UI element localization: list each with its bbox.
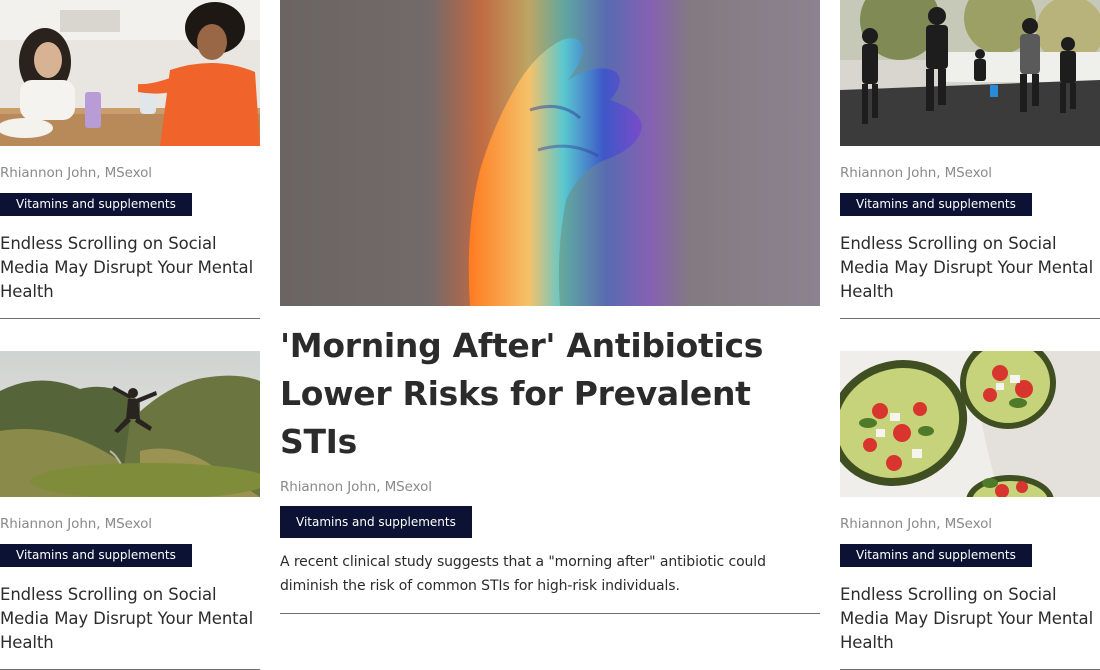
category-tag[interactable]: Vitamins and supplements bbox=[0, 544, 192, 567]
article-title-link[interactable]: Endless Scrolling on Social Media May Di… bbox=[840, 585, 1093, 652]
featured-category-tag[interactable]: Vitamins and supplements bbox=[280, 506, 472, 538]
hand-rainbow-light-photo bbox=[280, 0, 820, 306]
category-tag[interactable]: Vitamins and supplements bbox=[0, 193, 192, 216]
left-column: Rhiannon John, MSexol Vitamins and suppl… bbox=[0, 0, 260, 670]
article-title-link[interactable]: Endless Scrolling on Social Media May Di… bbox=[840, 234, 1093, 301]
mountain-jump-photo bbox=[0, 351, 260, 497]
article-card: Rhiannon John, MSexol Vitamins and suppl… bbox=[840, 0, 1100, 319]
right-column: Rhiannon John, MSexol Vitamins and suppl… bbox=[840, 0, 1100, 670]
article-card: Rhiannon John, MSexol Vitamins and suppl… bbox=[0, 351, 260, 670]
article-author: Rhiannon John, MSexol bbox=[840, 165, 992, 181]
featured-author: Rhiannon John, MSexol bbox=[280, 479, 432, 495]
two-women-kitchen-photo bbox=[0, 0, 260, 146]
article-title: Endless Scrolling on Social Media May Di… bbox=[0, 583, 260, 655]
article-author: Rhiannon John, MSexol bbox=[0, 165, 152, 181]
article-thumbnail-link[interactable] bbox=[0, 0, 260, 146]
featured-excerpt: A recent clinical study suggests that a … bbox=[280, 550, 820, 614]
avocado-salad-photo bbox=[840, 351, 1100, 497]
featured-title[interactable]: 'Morning After' Antibiotics Lower Risks … bbox=[280, 322, 820, 466]
article-thumbnail-link[interactable] bbox=[0, 351, 260, 497]
article-thumbnail-link[interactable] bbox=[840, 0, 1100, 146]
street-runners-photo bbox=[840, 0, 1100, 146]
article-title: Endless Scrolling on Social Media May Di… bbox=[840, 583, 1100, 655]
article-card: Rhiannon John, MSexol Vitamins and suppl… bbox=[840, 351, 1100, 670]
article-title-link[interactable]: Endless Scrolling on Social Media May Di… bbox=[0, 234, 253, 301]
article-thumbnail-link[interactable] bbox=[840, 351, 1100, 497]
category-tag[interactable]: Vitamins and supplements bbox=[840, 193, 1032, 216]
featured-image-link[interactable] bbox=[280, 0, 820, 306]
article-author: Rhiannon John, MSexol bbox=[0, 516, 152, 532]
article-card: Rhiannon John, MSexol Vitamins and suppl… bbox=[0, 0, 260, 319]
article-author: Rhiannon John, MSexol bbox=[840, 516, 992, 532]
featured-article: 'Morning After' Antibiotics Lower Risks … bbox=[280, 0, 820, 614]
article-title: Endless Scrolling on Social Media May Di… bbox=[0, 232, 260, 304]
article-title: Endless Scrolling on Social Media May Di… bbox=[840, 232, 1100, 304]
article-title-link[interactable]: Endless Scrolling on Social Media May Di… bbox=[0, 585, 253, 652]
category-tag[interactable]: Vitamins and supplements bbox=[840, 544, 1032, 567]
